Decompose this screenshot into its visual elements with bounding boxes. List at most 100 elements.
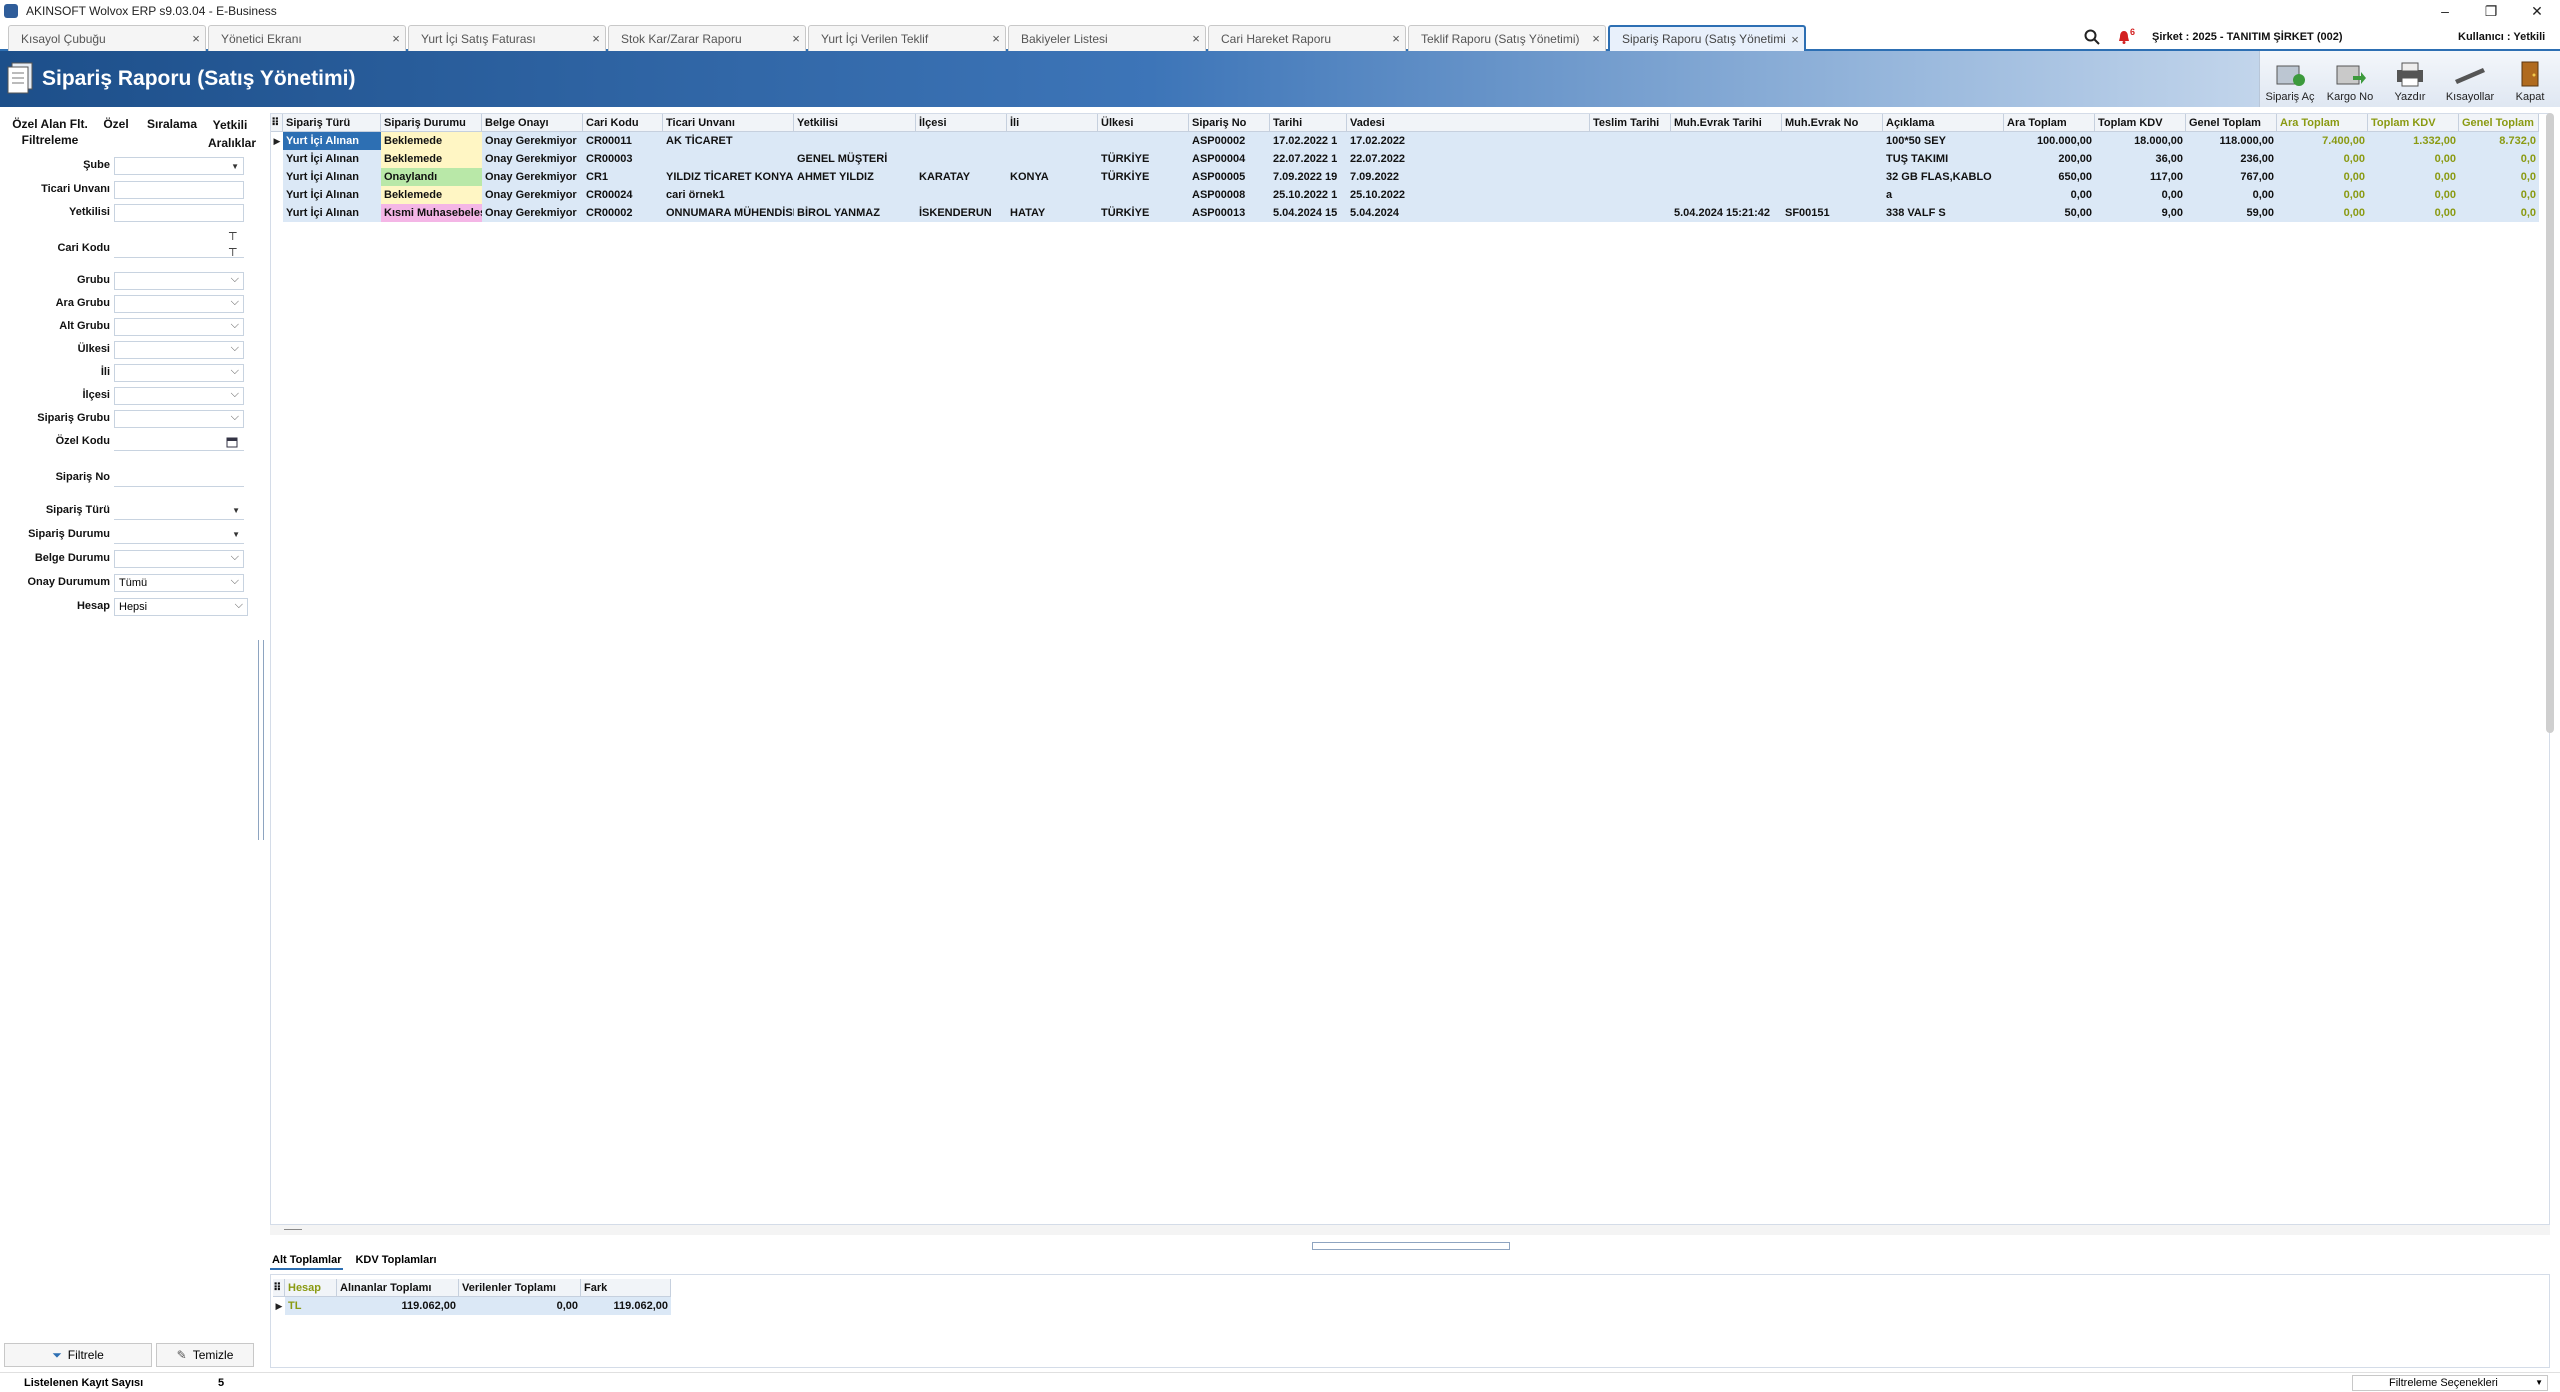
mid-group-select[interactable] xyxy=(114,294,244,313)
approval-status-select[interactable]: Tümü xyxy=(114,573,244,592)
col-header[interactable]: Sipariş Türü xyxy=(283,114,381,131)
tab-offer-report[interactable]: Teklif Raporu (Satış Yönetimi) × xyxy=(1408,25,1606,51)
close-tab-icon[interactable]: × xyxy=(187,31,205,46)
special-code-input[interactable] xyxy=(114,433,244,451)
tool-label: Yazdır xyxy=(2394,91,2426,103)
col-header[interactable]: Teslim Tarihi xyxy=(1590,114,1671,131)
col-header[interactable]: Ticari Unvanı xyxy=(663,114,794,131)
order-type-select[interactable] xyxy=(114,502,244,520)
col-header[interactable]: Belge Onayı xyxy=(482,114,583,131)
grid-options-icon[interactable]: ⠿ xyxy=(273,1279,285,1296)
grid-options-icon[interactable]: ⠿ xyxy=(271,114,283,131)
tab-sorting[interactable]: Sıralama xyxy=(142,116,202,132)
col-header[interactable]: Tarihi xyxy=(1270,114,1347,131)
col-header[interactable]: Genel Toplam xyxy=(2186,114,2277,131)
col-header[interactable]: Vadesi xyxy=(1347,114,1590,131)
minimize-button[interactable]: – xyxy=(2422,0,2468,22)
order-no-input[interactable] xyxy=(114,469,244,487)
col-header[interactable]: Alınanlar Toplamı xyxy=(337,1279,459,1296)
tab-domestic-offer[interactable]: Yurt İçi Verilen Teklif × xyxy=(808,25,1006,51)
order-status-select[interactable] xyxy=(114,526,244,544)
trade-name-input[interactable] xyxy=(114,181,244,199)
table-row[interactable]: Yurt İçi Alınan Beklemede Onay Gerekmiyor C… xyxy=(271,186,2539,204)
tab-balances[interactable]: Bakiyeler Listesi × xyxy=(1008,25,1206,51)
tab-stock-profit[interactable]: Stok Kar/Zarar Raporu × xyxy=(608,25,806,51)
col-header[interactable]: Toplam KDV xyxy=(2368,114,2459,131)
cargo-no-button[interactable]: Kargo No xyxy=(2320,51,2380,107)
tab-custom-filter[interactable]: Özel Alan Flt. Filtreleme xyxy=(8,116,92,148)
close-tab-icon[interactable]: × xyxy=(1187,31,1205,46)
notifications-button[interactable]: 6 xyxy=(2118,22,2135,51)
group-select[interactable] xyxy=(114,271,244,290)
col-header[interactable]: Hesap xyxy=(285,1279,337,1296)
account-select[interactable]: Hepsi xyxy=(114,597,248,616)
col-header[interactable]: İlçesi xyxy=(916,114,1007,131)
col-header[interactable]: Sipariş No xyxy=(1189,114,1270,131)
tab-authority-ranges[interactable]: Yetkili Aralıklar xyxy=(208,116,256,152)
col-header[interactable]: Muh.Evrak Tarihi xyxy=(1671,114,1782,131)
col-header[interactable]: Yetkilisi xyxy=(794,114,916,131)
tab-admin-screen[interactable]: Yönetici Ekranı × xyxy=(208,25,406,51)
tab-account-movements[interactable]: Cari Hareket Raporu × xyxy=(1208,25,1406,51)
filter-options-select[interactable]: Filtreleme Seçenekleri xyxy=(2352,1375,2548,1391)
toolbar: Sipariş Aç Kargo No Yazdır Kısayollar Ka… xyxy=(2259,51,2560,107)
close-window-button[interactable]: ✕ xyxy=(2514,0,2560,22)
table-row[interactable]: ▶ Yurt İçi Alınan Beklemede Onay Gerekmiyor… xyxy=(271,132,2539,150)
branch-select[interactable] xyxy=(114,157,244,175)
close-tab-icon[interactable]: × xyxy=(987,31,1005,46)
close-tab-icon[interactable]: × xyxy=(1387,31,1405,46)
horizontal-scrollbar[interactable] xyxy=(270,1225,2550,1235)
print-button[interactable]: Yazdır xyxy=(2380,51,2440,107)
exit-button[interactable]: Kapat xyxy=(2500,51,2560,107)
tab-order-report[interactable]: Sipariş Raporu (Satış Yönetimi) × xyxy=(1608,25,1806,51)
col-header[interactable]: Ara Toplam xyxy=(2277,114,2368,131)
document-status-select[interactable] xyxy=(114,549,244,568)
col-header[interactable]: Verilenler Toplamı xyxy=(459,1279,581,1296)
col-header[interactable]: Toplam KDV xyxy=(2095,114,2186,131)
shortcuts-button[interactable]: Kısayollar xyxy=(2440,51,2500,107)
tab-sales-invoice[interactable]: Yurt İçi Satış Faturası × xyxy=(408,25,606,51)
order-group-select[interactable] xyxy=(114,409,244,428)
tab-shortcut-bar[interactable]: Kısayol Çubuğu × xyxy=(8,25,206,51)
clear-button[interactable]: ✎ Temizle xyxy=(156,1343,254,1367)
table-row[interactable]: Yurt İçi Alınan Kısmi Muhasebeleşti Onay G… xyxy=(271,204,2539,222)
col-header[interactable]: Ara Toplam xyxy=(2004,114,2095,131)
tab-special[interactable]: Özel xyxy=(100,116,132,132)
close-tab-icon[interactable]: × xyxy=(787,31,805,46)
maximize-button[interactable]: ❐ xyxy=(2468,0,2514,22)
col-header[interactable]: Cari Kodu xyxy=(583,114,663,131)
col-header[interactable]: İli xyxy=(1007,114,1098,131)
col-header[interactable]: Fark xyxy=(581,1279,671,1296)
close-tab-icon[interactable]: × xyxy=(1786,32,1804,47)
account-code-input[interactable] xyxy=(114,240,244,258)
open-order-button[interactable]: Sipariş Aç xyxy=(2260,51,2320,107)
authorized-input[interactable] xyxy=(114,204,244,222)
cell xyxy=(916,150,1007,168)
bottom-panel-splitter[interactable] xyxy=(1312,1242,1510,1250)
country-select[interactable] xyxy=(114,340,244,359)
col-header[interactable]: Muh.Evrak No xyxy=(1782,114,1883,131)
table-row[interactable]: Yurt İçi Alınan Beklemede Onay Gerekmiyor C… xyxy=(271,150,2539,168)
col-header[interactable]: Açıklama xyxy=(1883,114,2004,131)
col-header[interactable]: Ülkesi xyxy=(1098,114,1189,131)
close-tab-icon[interactable]: × xyxy=(387,31,405,46)
close-tab-icon[interactable]: × xyxy=(1587,31,1605,46)
tab-subtotals[interactable]: Alt Toplamlar xyxy=(270,1252,344,1270)
col-header[interactable]: Sipariş Durumu xyxy=(381,114,482,131)
panel-splitter[interactable] xyxy=(258,640,264,840)
city-select[interactable] xyxy=(114,363,244,382)
pin-icon[interactable]: ⊤ xyxy=(228,246,238,259)
tab-vat-totals[interactable]: KDV Toplamları xyxy=(353,1252,438,1270)
filter-button[interactable]: ⏷ Filtrele xyxy=(4,1343,152,1367)
district-select[interactable] xyxy=(114,386,244,405)
close-tab-icon[interactable]: × xyxy=(587,31,605,46)
table-row[interactable]: ▶ TL 119.062,00 0,00 119.062,00 xyxy=(273,1297,671,1315)
calendar-icon[interactable] xyxy=(226,436,238,448)
pin-icon[interactable]: ⊤ xyxy=(228,230,238,243)
scroll-thumb[interactable] xyxy=(284,1229,302,1230)
table-row[interactable]: Yurt İçi Alınan Onaylandı Onay Gerekmiyor C… xyxy=(271,168,2539,186)
sub-group-select[interactable] xyxy=(114,317,244,336)
vertical-scrollbar[interactable] xyxy=(2546,113,2554,733)
col-header[interactable]: Genel Toplam xyxy=(2459,114,2539,131)
search-button[interactable] xyxy=(2084,22,2100,51)
